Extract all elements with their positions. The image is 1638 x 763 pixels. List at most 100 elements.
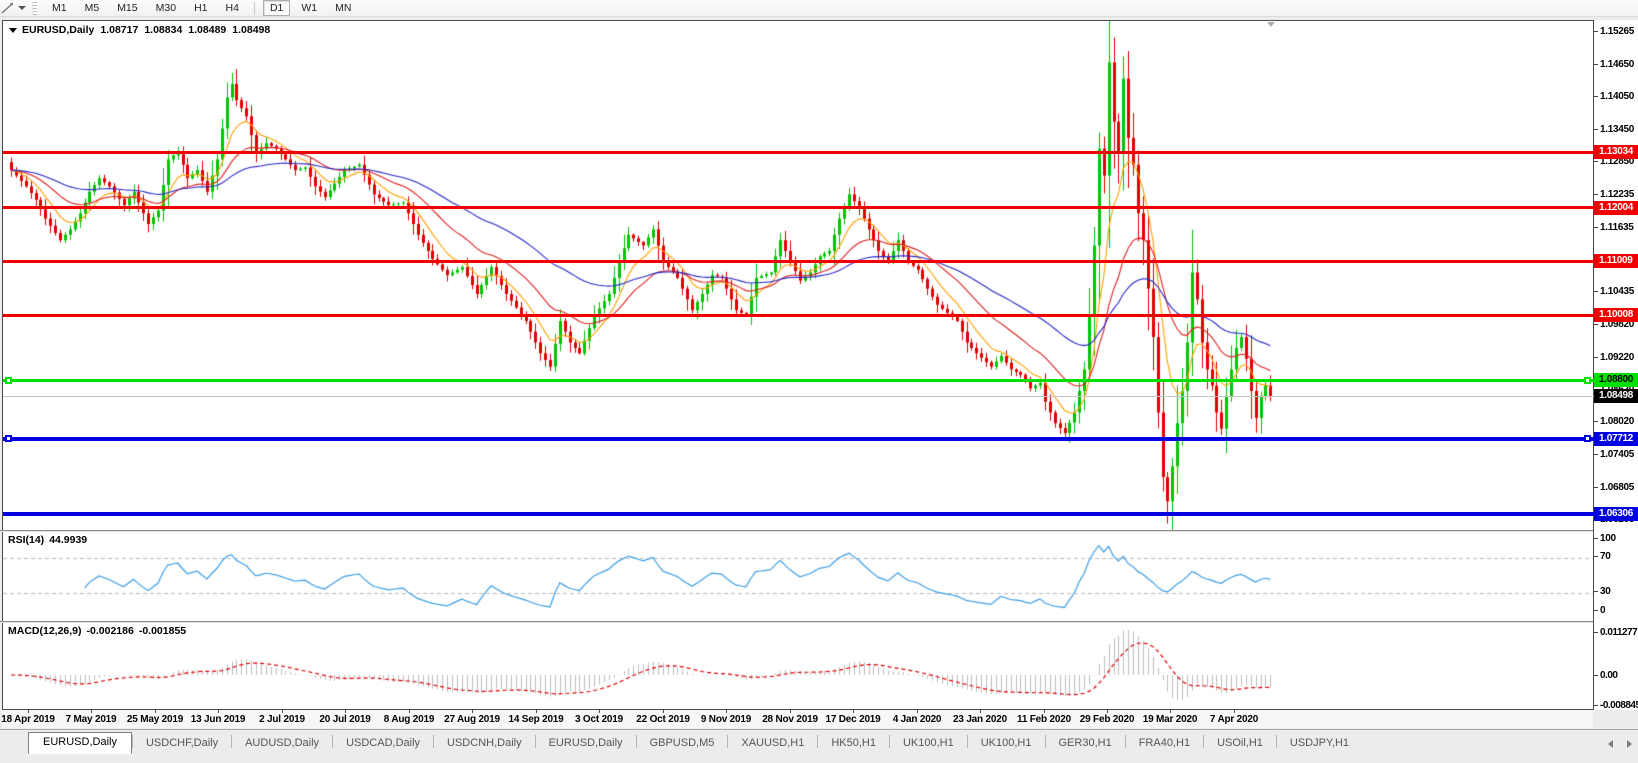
timeframe-m15[interactable]: M15 [110,0,144,16]
chart-tab-usdchf-daily[interactable]: USDCHF,Daily [133,734,231,753]
time-axis-tick [1170,710,1171,713]
macd-value: -0.002186 [86,625,134,637]
chart-tab-eurusd-daily[interactable]: EURUSD,Daily [536,734,636,753]
ohlc-high: 1.08834 [144,24,183,36]
macd-panel[interactable]: MACD(12,26,9) -0.002186 -0.001855 [2,623,1593,709]
chart-tabs: EURUSD,Daily USDCHF,Daily AUDUSD,Daily USDC… [28,730,1362,754]
level-line-handle[interactable] [5,435,12,442]
chart-tab-eurusd-daily[interactable]: EURUSD,Daily [28,732,132,754]
time-axis-tick [663,710,664,713]
timeframe-m5[interactable]: M5 [78,0,107,16]
macd-canvas[interactable] [3,623,1593,709]
rsi-name: RSI(14) [8,534,45,546]
date-label: 3 Oct 2019 [574,714,624,725]
ohlc-low: 1.08489 [188,24,227,36]
rsi-value: 44.9939 [49,534,88,546]
price-tick: 1.10435 [1594,286,1638,298]
chart-tab-usdjpy-h1[interactable]: USDJPY,H1 [1277,734,1362,753]
price-tick: 1.14050 [1594,91,1638,103]
chart-tab-ger30-h1[interactable]: GER30,H1 [1046,734,1125,753]
date-label: 2 Jul 2019 [259,714,305,725]
horizontal-level-line[interactable] [3,260,1594,263]
price-tick: 1.08020 [1594,416,1638,428]
rsi-panel[interactable]: RSI(14) 44.9939 [2,532,1593,621]
macd-axis-tick: 0.011277 [1594,627,1638,639]
horizontal-level-line[interactable] [3,206,1594,209]
timeframe-d1[interactable]: D1 [262,0,291,16]
timeframe-m30[interactable]: M30 [149,0,183,16]
horizontal-level-line[interactable] [3,379,1594,382]
date-label: 25 May 2019 [126,714,184,725]
time-axis[interactable]: 18 Apr 2019 7 May 2019 25 May 2019 13 Jun 2… [1,710,1593,728]
time-axis-tick [282,710,283,713]
chart-tab-usoil-h1[interactable]: USOil,H1 [1204,734,1276,753]
date-label: 18 Apr 2019 [1,714,55,725]
macd-axis-tick: -0.008845 [1594,700,1638,712]
timeframe-mn[interactable]: MN [328,0,358,16]
chart-tab-fra40-h1[interactable]: FRA40,H1 [1126,734,1203,753]
ohlc-open: 1.08717 [100,24,139,36]
level-line-handle[interactable] [5,377,12,384]
level-price-label: 1.10008 [1594,308,1638,322]
chart-tab-usdcnh-daily[interactable]: USDCNH,Daily [434,734,535,753]
current-price-label: 1.08498 [1594,389,1638,403]
level-price-label: 1.08800 [1594,373,1638,387]
timeframe-w1[interactable]: W1 [294,0,324,16]
horizontal-level-line[interactable] [3,314,1594,317]
time-axis-tick [980,710,981,713]
time-axis-tick [409,710,410,713]
tab-scroll-right-icon[interactable] [1627,740,1632,748]
tab-scroll-left-icon[interactable] [1608,740,1613,748]
price-tick: 1.12235 [1594,189,1638,201]
chart-shift-marker[interactable] [1267,22,1275,27]
mt4-window: M1 M5 M15 M30 H1 H4 D1 W1 MN EURUSD,Daily 1.08717… [0,0,1638,763]
time-axis-tick [599,710,600,713]
candlestick-canvas[interactable] [3,21,1593,530]
time-axis-tick [726,710,727,713]
rsi-canvas[interactable] [3,532,1593,621]
time-axis-tick [1044,710,1045,713]
chart-header: EURUSD,Daily 1.08717 1.08834 1.08489 1.08498 [9,24,276,36]
timeframe-m1[interactable]: M1 [45,0,74,16]
chart-tab-xauusd-h1[interactable]: XAUUSD,H1 [728,734,817,753]
chevron-down-icon[interactable] [18,6,26,10]
date-label: 14 Sep 2019 [508,714,564,725]
price-tick: 1.06805 [1594,482,1638,494]
level-line-handle[interactable] [1584,377,1591,384]
chart-tab-uk100-h1[interactable]: UK100,H1 [890,734,967,753]
rsi-axis-tick: 70 [1594,551,1638,563]
toolbar-separator [253,1,255,15]
horizontal-level-line[interactable] [3,437,1594,441]
date-label: 23 Jan 2020 [953,714,1007,725]
rsi-axis-tick: 0 [1594,605,1638,617]
window-menu-caret-icon[interactable] [9,28,17,33]
trendline-draw-icon[interactable] [1,2,15,15]
timeframe-h4[interactable]: H4 [219,0,246,16]
chart-tab-audusd-daily[interactable]: AUDUSD,Daily [232,734,332,753]
time-axis-tick [218,710,219,713]
horizontal-level-line[interactable] [3,151,1594,154]
time-axis-tick [472,710,473,713]
time-axis-tick [790,710,791,713]
price-axis[interactable]: 1.15265 1.14650 1.14050 1.13450 1.12850 1.122… [1594,20,1638,712]
level-line-handle[interactable] [1584,435,1591,442]
current-price-line [3,396,1594,397]
rsi-label: RSI(14) 44.9939 [8,534,92,546]
price-tick: 1.07405 [1594,449,1638,461]
toolbar-grip[interactable] [32,1,37,15]
chart-tab-hk50-h1[interactable]: HK50,H1 [818,734,889,753]
date-label: 9 Nov 2019 [700,714,752,725]
chart-tab-uk100-h1[interactable]: UK100,H1 [968,734,1045,753]
time-axis-tick [853,710,854,713]
tab-scroll-nav [1608,740,1632,748]
price-tick: 1.11635 [1594,222,1638,234]
chart-tab-usdcad-daily[interactable]: USDCAD,Daily [333,734,433,753]
chart-tab-gbpusd-m5[interactable]: GBPUSD,M5 [637,734,728,753]
date-label: 20 Jul 2019 [319,714,371,725]
price-tick: 1.14650 [1594,59,1638,71]
horizontal-level-line[interactable] [3,512,1594,516]
timeframe-h1[interactable]: H1 [187,0,214,16]
date-label: 27 Aug 2019 [444,714,500,725]
price-chart-panel[interactable]: EURUSD,Daily 1.08717 1.08834 1.08489 1.08498 [2,20,1594,530]
ohlc-close: 1.08498 [232,24,271,36]
